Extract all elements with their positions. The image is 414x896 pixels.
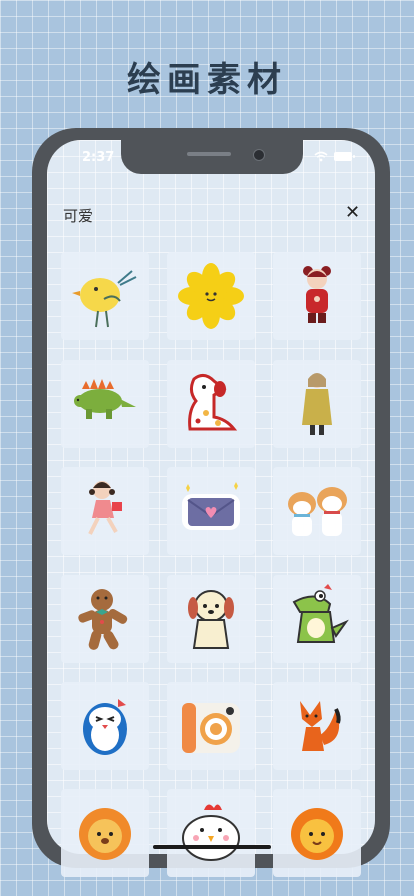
phone-notch — [121, 140, 303, 174]
sticker-puppy-with-spots[interactable] — [167, 360, 255, 448]
sticker-bird[interactable] — [61, 252, 149, 340]
sticker-girl-in-raincoat[interactable] — [273, 360, 361, 448]
bird-icon — [72, 270, 137, 328]
headline: 绘画素材 — [127, 60, 287, 100]
sticker-green-dinosaur[interactable] — [273, 575, 361, 663]
home-indicator[interactable] — [153, 845, 271, 849]
status-time: 2:37 — [82, 150, 115, 165]
battery-icon — [334, 152, 355, 161]
sticker-gingerbread-man[interactable] — [61, 575, 149, 663]
front-camera — [253, 149, 265, 161]
close-button[interactable]: ✕ — [345, 202, 360, 224]
raincoat-girl-icon — [302, 373, 332, 435]
sticker-chicken[interactable] — [167, 789, 255, 877]
panel-title: 可爱 — [63, 207, 94, 225]
girl-icon — [303, 266, 331, 323]
penguin-icon — [83, 699, 127, 755]
sticker-yellow-flower[interactable] — [167, 252, 255, 340]
puppy-icon — [188, 374, 238, 431]
sticker-lion[interactable] — [61, 789, 149, 877]
chicken-icon — [182, 804, 240, 861]
envelope-icon — [182, 482, 240, 530]
sticker-fox[interactable] — [273, 682, 361, 770]
sticker-lion-face[interactable] — [273, 789, 361, 877]
speaker — [187, 152, 231, 156]
fox-icon — [300, 701, 341, 751]
lion-face-icon — [291, 808, 343, 860]
sticker-girl-in-red[interactable] — [273, 252, 361, 340]
sticker-two-shiba-dogs[interactable] — [273, 467, 361, 555]
status-icons — [314, 151, 355, 162]
running-girl-icon — [88, 481, 122, 535]
sticker-penguin[interactable] — [61, 682, 149, 770]
wifi-icon — [314, 151, 328, 162]
shiba-icon — [288, 487, 347, 536]
lion-icon — [79, 808, 131, 860]
flower-icon — [178, 263, 244, 329]
sticker-running-girl-with-gift[interactable] — [61, 467, 149, 555]
sticker-love-letter-envelope[interactable] — [167, 467, 255, 555]
camera-icon — [182, 703, 240, 753]
sticker-stegosaurus[interactable] — [61, 360, 149, 448]
sticker-cream-puppy[interactable] — [167, 575, 255, 663]
cream-puppy-icon — [188, 590, 234, 649]
sticker-camera[interactable] — [167, 682, 255, 770]
green-dino-icon — [292, 584, 349, 643]
dinosaur-icon — [74, 379, 136, 419]
gingerbread-icon — [78, 589, 128, 650]
